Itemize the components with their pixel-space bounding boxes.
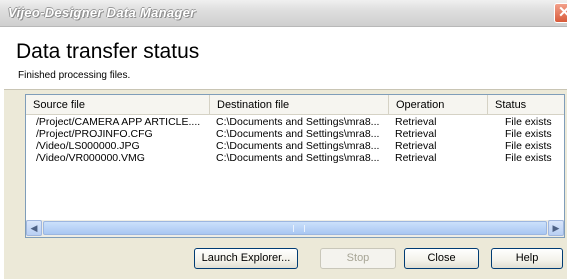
launch-explorer-button[interactable]: Launch Explorer... xyxy=(194,248,298,269)
chevron-left-icon[interactable]: ◀ xyxy=(26,220,42,236)
table-row[interactable]: /Video/VR000000.VMG C:\Documents and Set… xyxy=(26,152,564,164)
destination-cell: C:\Documents and Settings\mra8... xyxy=(216,128,380,140)
destination-cell: C:\Documents and Settings\mra8... xyxy=(216,116,380,128)
table-row[interactable]: /Video/LS000000.JPG C:\Documents and Set… xyxy=(26,140,564,152)
operation-cell: Retrieval xyxy=(395,116,437,128)
page-title: Data transfer status xyxy=(16,40,200,63)
dialog-body: Data transfer status Finished processing… xyxy=(4,27,567,279)
table-row[interactable]: /Project/PROJINFO.CFG C:\Documents and S… xyxy=(26,128,564,140)
chevron-right-icon[interactable]: ▶ xyxy=(548,220,564,236)
destination-cell: C:\Documents and Settings\mra8... xyxy=(216,152,380,164)
operation-cell: Retrieval xyxy=(395,152,437,164)
window-close-button[interactable]: ✕ xyxy=(554,3,567,23)
header-panel: Data transfer status Finished processing… xyxy=(4,27,567,90)
stop-button[interactable]: Stop xyxy=(320,248,396,269)
column-header-status[interactable]: Status xyxy=(488,95,564,114)
column-header-source[interactable]: Source file xyxy=(26,95,210,114)
source-cell: /Project/CAMERA APP ARTICLE.... xyxy=(36,116,201,128)
operation-cell: Retrieval xyxy=(395,128,437,140)
status-cell: File exists xyxy=(505,128,552,140)
column-header-destination[interactable]: Destination file xyxy=(210,95,389,114)
status-cell: File exists xyxy=(505,116,552,128)
help-button[interactable]: Help xyxy=(491,248,563,269)
app-window: Vijeo-Designer Data Manager ✕ Data trans… xyxy=(0,0,567,279)
status-cell: File exists xyxy=(505,152,552,164)
list-header: Source file Destination file Operation S… xyxy=(26,95,564,115)
close-button[interactable]: Close xyxy=(404,248,479,269)
title-bar[interactable]: Vijeo-Designer Data Manager ✕ xyxy=(0,0,567,27)
transfer-list[interactable]: Source file Destination file Operation S… xyxy=(25,94,565,238)
source-cell: /Video/VR000000.VMG xyxy=(36,152,145,164)
column-header-operation[interactable]: Operation xyxy=(389,95,488,114)
status-message: Finished processing files. xyxy=(18,70,131,81)
scrollbar-thumb[interactable] xyxy=(43,221,547,235)
window-title: Vijeo-Designer Data Manager xyxy=(8,5,196,20)
operation-cell: Retrieval xyxy=(395,140,437,152)
horizontal-scrollbar[interactable]: ◀ ▶ xyxy=(26,220,564,237)
status-cell: File exists xyxy=(505,140,552,152)
grip-icon xyxy=(293,225,305,232)
source-cell: /Project/PROJINFO.CFG xyxy=(36,128,153,140)
table-row[interactable]: /Project/CAMERA APP ARTICLE.... C:\Docum… xyxy=(26,116,564,128)
source-cell: /Video/LS000000.JPG xyxy=(36,140,140,152)
close-icon: ✕ xyxy=(558,4,567,21)
destination-cell: C:\Documents and Settings\mra8... xyxy=(216,140,380,152)
